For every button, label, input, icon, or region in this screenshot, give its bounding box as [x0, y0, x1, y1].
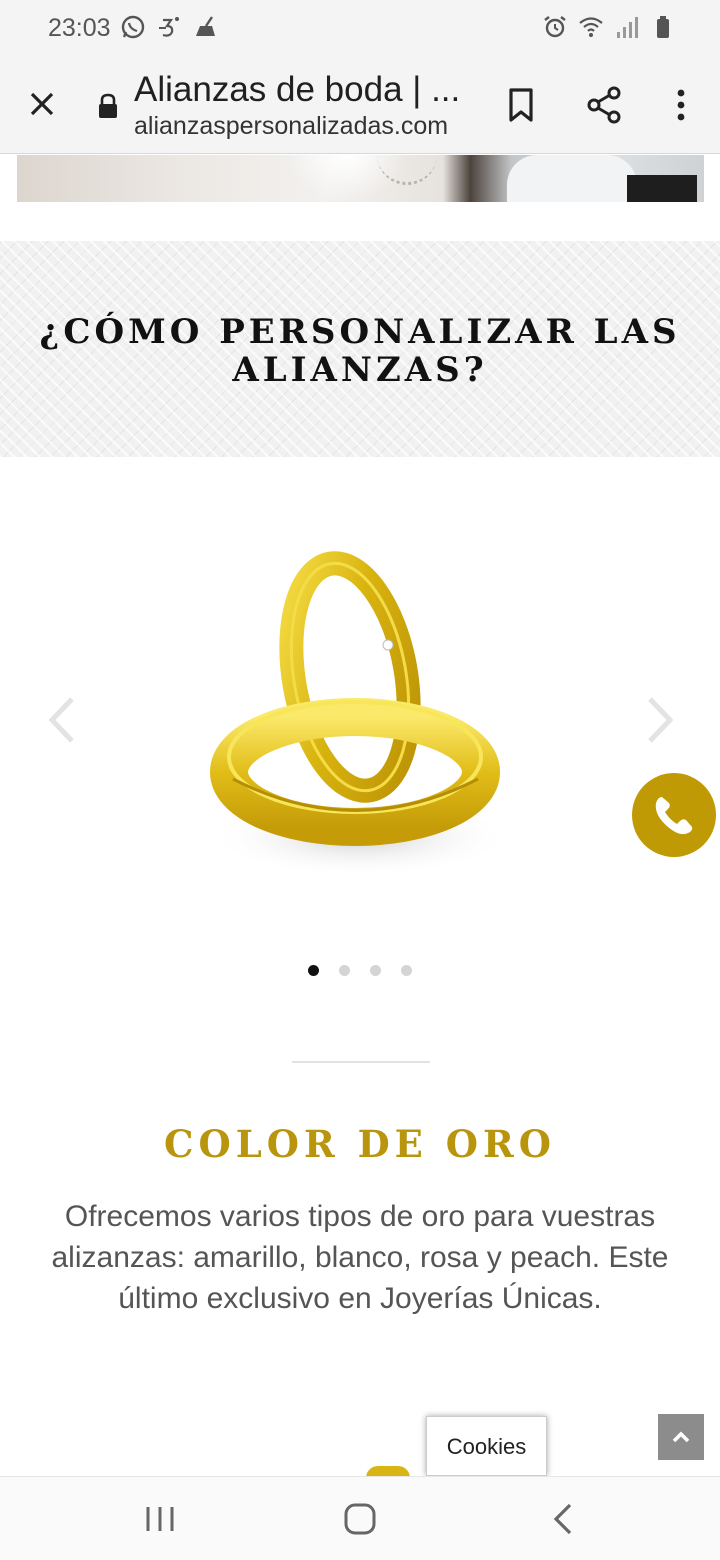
bookmark-icon[interactable]	[500, 84, 542, 126]
battery-icon	[657, 16, 669, 38]
feature-description: Ofrecemos varios tipos de oro para vuest…	[51, 1200, 669, 1315]
status-left-icons	[120, 14, 218, 40]
cookies-button[interactable]: Cookies	[426, 1416, 547, 1476]
feature-heading: COLOR DE ORO	[164, 1122, 556, 1166]
wifi-icon	[579, 17, 603, 37]
cleaner-icon	[196, 16, 215, 36]
status-time: 23:03	[48, 14, 111, 42]
signal-icon	[617, 17, 638, 38]
alarm-icon	[544, 16, 566, 38]
whatsapp-icon	[121, 15, 145, 39]
carousel-dot-4[interactable]	[401, 965, 412, 976]
carousel-dot-3[interactable]	[370, 965, 381, 976]
customize-section-header: ¿CÓMO PERSONALIZAR LAS ALIANZAS?	[0, 241, 720, 457]
call-button[interactable]	[632, 773, 716, 857]
sound-3d-icon	[159, 17, 179, 37]
back-icon[interactable]	[546, 1501, 580, 1537]
system-nav-bar	[0, 1476, 720, 1560]
page-title[interactable]: Alianzas de boda | ...	[134, 70, 474, 110]
phone-icon	[655, 797, 693, 835]
page-url[interactable]: alianzaspersonalizadas.com	[134, 112, 474, 141]
more-options-icon[interactable]	[666, 84, 696, 126]
browser-toolbar: Alianzas de boda | ... alianzaspersonali…	[0, 56, 720, 154]
recents-icon[interactable]	[140, 1503, 180, 1535]
share-icon[interactable]	[584, 84, 626, 126]
carousel-dot-2[interactable]	[339, 965, 350, 976]
chevron-up-icon	[672, 1431, 690, 1443]
section-heading: ¿CÓMO PERSONALIZAR LAS ALIANZAS?	[39, 312, 681, 390]
lock-icon	[99, 93, 117, 118]
status-right-icons	[542, 14, 676, 40]
close-icon[interactable]	[22, 84, 62, 124]
carousel-dots	[0, 965, 720, 976]
carousel-next-arrow-icon[interactable]	[638, 693, 682, 747]
hero-image	[17, 155, 704, 202]
carousel-prev-arrow-icon[interactable]	[40, 693, 84, 747]
gold-rings-image	[210, 551, 510, 877]
status-bar: 23:03	[0, 0, 720, 56]
home-icon[interactable]	[340, 1499, 380, 1539]
scroll-to-top-button[interactable]	[658, 1414, 704, 1460]
carousel-dot-1[interactable]	[308, 965, 319, 976]
ring-carousel	[0, 457, 720, 1017]
section-divider	[292, 1061, 430, 1063]
